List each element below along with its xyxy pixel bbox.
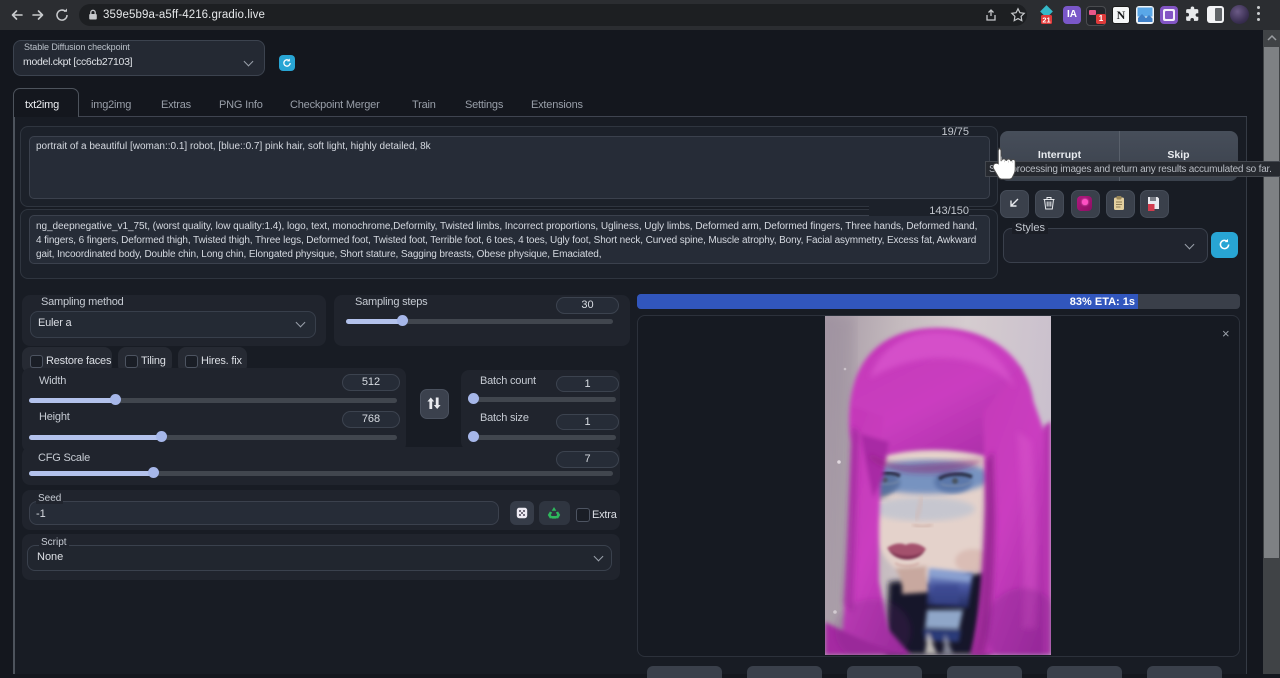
svg-text:21: 21: [1042, 16, 1050, 25]
